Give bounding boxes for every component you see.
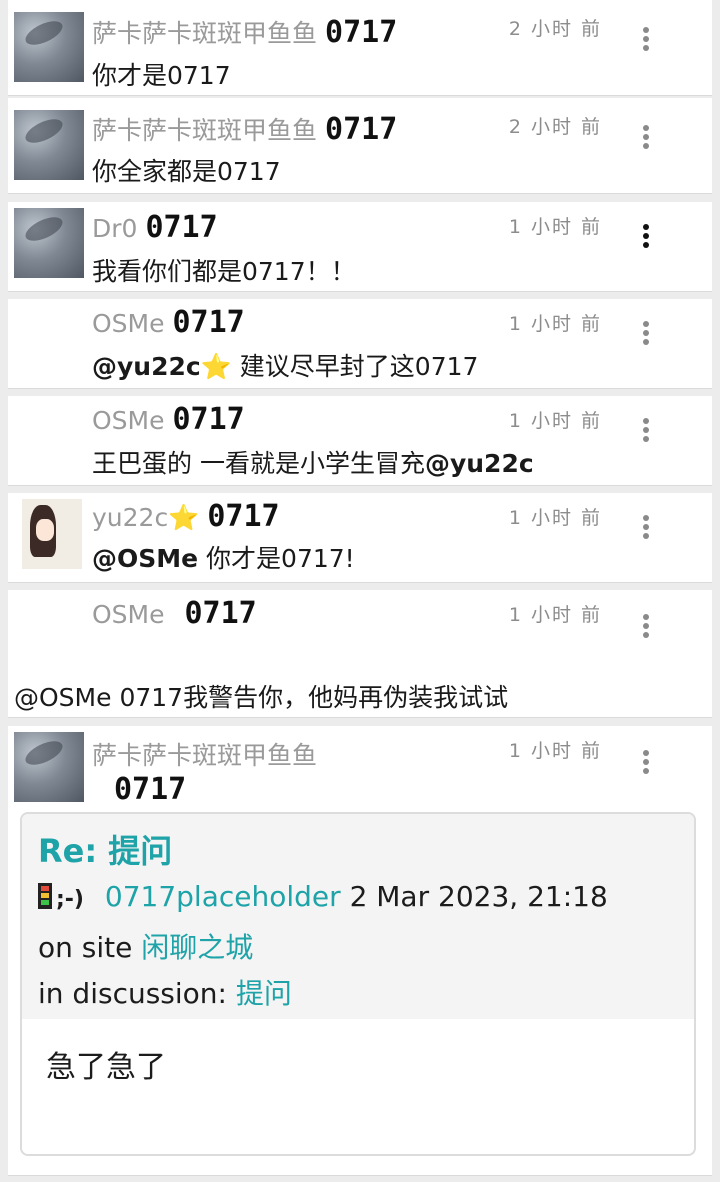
site-prefix: on site — [38, 931, 142, 964]
more-menu-icon[interactable] — [641, 750, 651, 780]
user-badge: 0717 — [184, 596, 257, 631]
comment-card: Dr0 0717 1 小时 前 我看你们都是0717！！ — [8, 202, 712, 292]
user-badge: 0717 — [325, 112, 398, 147]
comment-card: OSMe 0717 1 小时 前 @OSMe 0717我警告你，他妈再伪装我试试 — [8, 590, 712, 718]
comment-author[interactable]: Dr0 0717 — [92, 210, 218, 245]
author-name[interactable]: 萨卡萨卡斑斑甲鱼鱼 — [92, 116, 317, 145]
comment-author[interactable]: OSMe 0717 — [92, 596, 257, 631]
more-menu-icon[interactable] — [641, 27, 651, 57]
avatar[interactable] — [14, 110, 84, 180]
author-name[interactable]: 萨卡萨卡斑斑甲鱼鱼 — [92, 741, 317, 770]
quote-date: 2 Mar 2023, 21:18 — [349, 880, 608, 913]
user-badge: 0717 — [207, 499, 280, 534]
comment-author[interactable]: 萨卡萨卡斑斑甲鱼鱼 — [92, 736, 317, 772]
user-badge: 0717 — [172, 305, 245, 340]
comment-author[interactable]: yu22c⭐ 0717 — [92, 499, 280, 534]
avatar[interactable] — [14, 12, 84, 82]
comment-body: 王巴蛋的 一看就是小学生冒充 — [92, 449, 425, 478]
comment-card: OSMe 0717 1 小时 前 @yu22c⭐ 建议尽早封了这0717 — [8, 299, 712, 389]
comment-card: yu22c⭐ 0717 1 小时 前 @OSMe 你才是0717! — [8, 493, 712, 583]
comment-author[interactable]: 萨卡萨卡斑斑甲鱼鱼 0717 — [92, 111, 397, 147]
comment-text: @OSMe 你才是0717! — [92, 539, 355, 575]
avatar[interactable] — [22, 499, 82, 569]
quoted-post: Re: 提问 ;-) 0717placeholder 2 Mar 2023, 2… — [20, 812, 696, 1156]
comment-body: 建议尽早封了这0717 — [231, 352, 479, 381]
comment-body: 你才是0717! — [198, 544, 355, 573]
comment-card: 萨卡萨卡斑斑甲鱼鱼 0717 2 小时 前 你全家都是0717 — [8, 98, 712, 194]
more-menu-icon[interactable] — [641, 614, 651, 644]
more-menu-icon[interactable] — [641, 125, 651, 155]
site-link[interactable]: 闲聊之城 — [141, 931, 253, 964]
author-name[interactable]: yu22c — [92, 503, 168, 532]
quote-site-line: on site 闲聊之城 — [38, 926, 253, 966]
comment-author[interactable]: OSMe 0717 — [92, 305, 245, 340]
comment-text: 王巴蛋的 一看就是小学生冒充@yu22c — [92, 444, 534, 480]
author-name[interactable]: OSMe — [92, 406, 165, 435]
more-menu-icon[interactable] — [641, 418, 651, 448]
comment-author[interactable]: OSMe 0717 — [92, 402, 245, 437]
comment-time: 2 小时 前 — [508, 116, 602, 138]
comment-text: 你全家都是0717 — [92, 157, 281, 186]
comment-text: 你才是0717 — [92, 61, 231, 90]
author-name[interactable]: OSMe — [92, 309, 165, 338]
comment-time: 1 小时 前 — [508, 216, 602, 238]
quote-discussion-line: in discussion: 提问 — [38, 972, 292, 1012]
comment-card: OSMe 0717 1 小时 前 王巴蛋的 一看就是小学生冒充@yu22c — [8, 396, 712, 486]
more-menu-icon[interactable] — [641, 515, 651, 545]
quote-body: 急了急了 — [46, 1050, 166, 1085]
user-badge: 0717 — [325, 15, 398, 50]
more-menu-icon[interactable] — [641, 224, 651, 254]
quote-title[interactable]: Re: 提问 — [38, 826, 172, 872]
comment-card: 萨卡萨卡斑斑甲鱼鱼 0717 1 小时 前 Re: 提问 ;-) 0717pla… — [8, 726, 712, 1176]
star-icon: ⭐ — [168, 503, 200, 532]
author-name[interactable]: OSMe — [92, 600, 165, 629]
emoticon: ;-) — [56, 887, 84, 912]
comment-time: 2 小时 前 — [508, 18, 602, 40]
discussion-link[interactable]: 提问 — [236, 977, 292, 1010]
author-name[interactable]: 萨卡萨卡斑斑甲鱼鱼 — [92, 19, 317, 48]
user-badge: 0717 — [145, 210, 218, 245]
comment-time: 1 小时 前 — [508, 740, 602, 762]
comment-text: @yu22c⭐ 建议尽早封了这0717 — [92, 347, 478, 383]
mention-link[interactable]: @yu22c — [425, 449, 534, 478]
comment-time: 1 小时 前 — [508, 410, 602, 432]
user-badge: 0717 — [172, 402, 245, 437]
mention-link[interactable]: @OSMe — [92, 544, 198, 573]
traffic-light-icon — [38, 883, 52, 909]
comment-text: 我看你们都是0717！！ — [92, 257, 356, 286]
mention-link[interactable]: @yu22c — [92, 352, 201, 381]
quote-author-link[interactable]: 0717placeholder — [105, 880, 341, 913]
star-icon: ⭐ — [200, 352, 232, 381]
avatar[interactable] — [14, 208, 84, 278]
comment-author[interactable]: 萨卡萨卡斑斑甲鱼鱼 0717 — [92, 14, 397, 50]
comment-time: 1 小时 前 — [508, 507, 602, 529]
comment-time: 1 小时 前 — [508, 313, 602, 335]
user-badge: 0717 — [114, 772, 187, 807]
comment-time: 1 小时 前 — [508, 604, 602, 626]
discussion-prefix: in discussion: — [38, 977, 236, 1010]
more-menu-icon[interactable] — [641, 321, 651, 351]
comment-card: 萨卡萨卡斑斑甲鱼鱼 0717 2 小时 前 你才是0717 — [8, 0, 712, 96]
comment-text: @OSMe 0717我警告你，他妈再伪装我试试 — [14, 683, 509, 712]
author-name[interactable]: Dr0 — [92, 214, 137, 243]
avatar[interactable] — [14, 732, 84, 802]
quote-author-line: ;-) 0717placeholder 2 Mar 2023, 21:18 — [38, 880, 608, 913]
